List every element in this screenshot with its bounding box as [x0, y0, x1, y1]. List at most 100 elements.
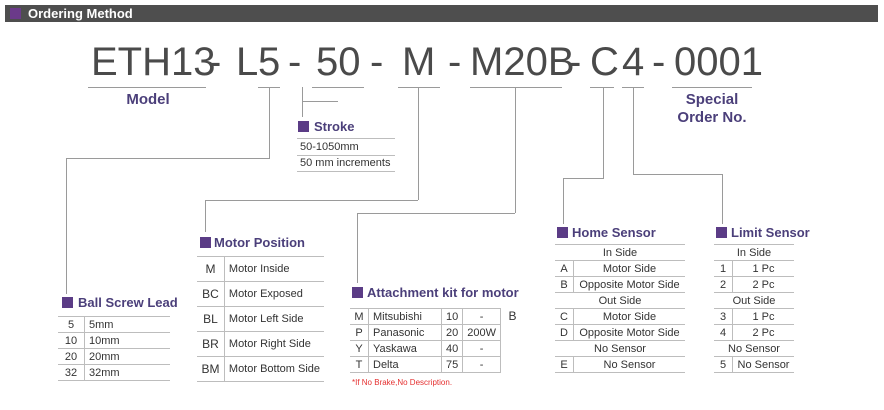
code-dash: - [208, 40, 222, 84]
kit-watt: - [462, 356, 501, 373]
table-row: C Motor Side [555, 308, 685, 325]
motor-position-square-icon [200, 237, 211, 248]
attachment-kit-title: Attachment kit for motor [367, 285, 519, 300]
limit-value: 1 Pc [732, 308, 794, 325]
home-code: C [555, 308, 574, 325]
home-code: B [555, 276, 574, 293]
lead-value: 20mm [84, 348, 170, 365]
lead-value: 10mm [84, 332, 170, 349]
kit-size: 40 [440, 340, 464, 357]
kit-size: 75 [440, 356, 464, 373]
motor-underline [398, 87, 440, 88]
table-row: A Motor Side [555, 260, 685, 277]
model-underline [88, 87, 206, 88]
table-row: M Motor Inside [197, 256, 324, 282]
code-special-order: 0001 [674, 40, 763, 84]
lead-square-icon [62, 297, 73, 308]
table-row: M Mitsubishi 10 - B [350, 308, 524, 373]
stroke-connector [302, 101, 338, 102]
limit-code: 5 [714, 356, 733, 373]
home-value: No Sensor [573, 356, 685, 373]
table-row: P Panasonic 20 200W [350, 324, 524, 341]
section-header-bar [5, 5, 878, 22]
table-row: E No Sensor [555, 356, 685, 373]
home-code: D [555, 324, 574, 341]
kit-code: M [350, 308, 369, 325]
code-motor-position: M [402, 40, 436, 84]
divider [297, 171, 395, 172]
code-ball-screw-letter: L [236, 40, 259, 84]
limit-sensor-table: In Side 1 1 Pc 2 2 Pc Out Side 3 1 Pc 4 … [714, 244, 794, 373]
home-sensor-square-icon [557, 227, 568, 238]
home-sensor-title: Home Sensor [572, 225, 656, 240]
special-label-line1: Special [685, 91, 739, 108]
lead-code: 5 [58, 316, 85, 333]
home-connector [563, 178, 564, 224]
table-row: No Sensor [714, 340, 794, 357]
header-square-icon [10, 8, 21, 19]
code-attachment-kit: M20B [470, 40, 575, 84]
home-code: E [555, 356, 574, 373]
limit-code: 2 [714, 276, 733, 293]
attachment-kit-table: M Mitsubishi 10 - B P Panasonic 20 200W … [350, 308, 524, 373]
table-row: 32 32mm [58, 364, 170, 381]
table-row: 5 5mm [58, 316, 170, 333]
limit-connector [722, 174, 723, 224]
kit-brand: Yaskawa [368, 340, 442, 357]
limit-code: 1 [714, 260, 733, 277]
motor-connector [418, 87, 419, 200]
kit-size: 20 [440, 324, 464, 341]
code-limit-sensor: 4 [622, 40, 645, 84]
home-sensor-table: In Side A Motor Side B Opposite Motor Si… [555, 244, 685, 373]
kit-underline [470, 87, 562, 88]
special-underline [672, 87, 752, 88]
kit-connector [357, 213, 358, 283]
special-label-line2: Order No. [677, 109, 747, 126]
home-value: Opposite Motor Side [573, 276, 685, 293]
table-row: 5 No Sensor [714, 356, 794, 373]
code-dash: - [652, 40, 666, 84]
code-stroke: 50 [316, 40, 361, 84]
motor-code: M [197, 256, 225, 282]
kit-brand: Panasonic [368, 324, 442, 341]
table-row: No Sensor [555, 340, 685, 357]
table-row: Y Yaskawa 40 - [350, 340, 524, 357]
model-label: Model [126, 91, 170, 108]
limit-value: 2 Pc [732, 276, 794, 293]
section-title: Ordering Method [28, 6, 133, 21]
lead-value: 32mm [84, 364, 170, 381]
motor-code: BL [197, 306, 225, 332]
kit-watt: - [462, 340, 501, 357]
lead-value: 5mm [84, 316, 170, 333]
motor-value: Motor Exposed [223, 281, 324, 307]
table-row: BC Motor Exposed [197, 281, 324, 307]
code-dash: - [370, 40, 384, 84]
limit-sensor-square-icon [716, 227, 727, 238]
motor-code: BC [197, 281, 225, 307]
table-row: 3 1 Pc [714, 308, 794, 325]
divider [297, 138, 395, 139]
lead-title: Ball Screw Lead [78, 295, 178, 310]
kit-watt: 200W [462, 324, 501, 341]
lead-table: 5 5mm 10 10mm 20 20mm 32 32mm [58, 316, 170, 381]
stroke-title: Stroke [314, 119, 355, 134]
table-row: BR Motor Right Side [197, 331, 324, 357]
code-dash: - [448, 40, 462, 84]
code-dash: - [568, 40, 582, 84]
divider [297, 155, 395, 156]
kit-brand: Delta [368, 356, 442, 373]
table-row: T Delta 75 - [350, 356, 524, 373]
motor-value: Motor Inside [223, 256, 324, 282]
kit-connector [357, 213, 515, 214]
kit-code: Y [350, 340, 369, 357]
limit-value: No Sensor [732, 356, 794, 373]
lead-connector [66, 158, 67, 294]
limit-group-header: In Side [714, 244, 794, 261]
motor-value: Motor Bottom Side [223, 356, 324, 382]
stroke-underline [312, 87, 364, 88]
table-row: Out Side [714, 292, 794, 309]
limit-value: 1 Pc [732, 260, 794, 277]
table-row: BL Motor Left Side [197, 306, 324, 332]
code-home-sensor: C [590, 40, 619, 84]
kit-size: 10 [440, 308, 464, 325]
